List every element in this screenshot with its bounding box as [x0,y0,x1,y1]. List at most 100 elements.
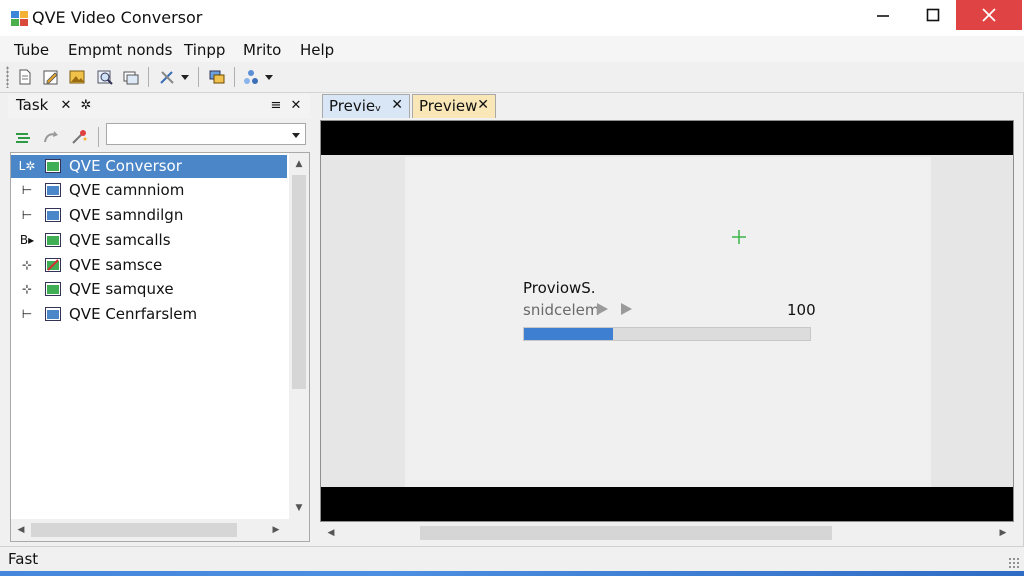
edit-icon [43,70,58,85]
close-icon [982,8,996,22]
preview-viewport[interactable]: ProviowS. snidcelem 100 [320,120,1014,522]
scroll-left-icon[interactable]: ◀ [324,526,338,540]
tree-expander[interactable]: ⊢ [19,207,35,223]
new-document-button[interactable] [14,66,36,88]
progress-status: snidcelem [523,301,600,319]
list-item[interactable]: ⊢ QVE camnniom [11,179,287,202]
tree-expander[interactable]: B▸ [19,232,35,248]
tab-label: Previeᵥ [329,97,382,115]
video-file-icon [45,282,61,296]
scroll-down-icon[interactable]: ▼ [292,501,306,515]
toolbar-separator [98,127,99,147]
tree-expander[interactable]: ⊹ [19,281,35,297]
status-text: Fast [8,550,39,568]
toolbar-separator [234,67,235,87]
toolbar-separator [198,67,199,87]
new-document-icon [19,69,31,85]
list-item[interactable]: L✲ QVE Conversor [11,155,287,178]
task-label: QVE Cenrfarslem [69,305,198,323]
task-panel-header: Task ✕ ✲ ≡ ✕ [8,94,310,118]
video-file-icon [45,208,61,222]
list-item[interactable]: ⊹ QVE samsce [11,254,287,277]
windows-icon [123,71,139,85]
tree-expander[interactable]: ⊢ [19,182,35,198]
toolbar-grip[interactable] [6,66,9,88]
tab-preview-2[interactable]: Preview ✕ [412,94,496,118]
layers-button[interactable] [206,66,228,88]
scroll-left-icon[interactable]: ◀ [14,523,28,537]
effects-dropdown[interactable] [262,66,276,88]
tab-preview-1[interactable]: Previeᵥ ✕ [322,94,410,118]
preview-horizontal-scrollbar[interactable]: ◀ ▶ [320,522,1014,544]
task-list-horizontal-scrollbar[interactable]: ◀ ▶ [11,519,309,541]
tools-dropdown[interactable] [178,66,192,88]
preview-panel: Previeᵥ ✕ Preview ✕ ProviowS. snidcelem … [320,94,1016,544]
menu-item-tinpp[interactable]: Tinpp [184,41,225,59]
magic-wand-icon [72,130,87,144]
crosshair-icon [731,229,747,245]
close-icon[interactable]: ✕ [477,97,489,113]
layers-icon [209,70,225,84]
task-panel-title: Task [16,96,49,114]
task-list: L✲ QVE Conversor ⊢ QVE camnniom ⊢ QVE sa… [10,152,310,542]
menu-item-mrito[interactable]: Mrito [243,41,281,59]
tree-expander[interactable]: L✲ [19,158,36,174]
tree-expander[interactable]: ⊹ [19,257,35,273]
maximize-button[interactable] [910,0,956,30]
app-logo-icon [10,8,30,28]
preview-canvas[interactable] [405,157,931,487]
scroll-up-icon[interactable]: ▲ [292,157,306,171]
preview-search-icon [97,70,113,85]
scrollbar-thumb[interactable] [420,526,832,540]
effects-icon [244,70,258,84]
preview-search-button[interactable] [94,66,116,88]
app-window: QVE Video Conversor Tube Empmt nonds Tin… [0,0,1024,571]
edit-button[interactable] [40,66,62,88]
list-item[interactable]: ⊢ QVE Cenrfarslem [11,303,287,326]
main-toolbar [0,62,1024,93]
pin-icon[interactable]: ✕ [58,97,74,113]
float-icon[interactable]: ✲ [78,97,94,113]
magic-wand-button[interactable] [68,126,90,148]
scrollbar-thumb[interactable] [292,175,306,389]
menu-item-empmt[interactable]: Empmt nonds [68,41,172,59]
dropdown-arrow-icon [181,75,189,80]
add-task-button[interactable] [12,126,34,148]
minimize-icon [877,15,889,17]
task-toolbar [8,122,310,148]
video-file-icon [45,233,61,247]
tree-expander[interactable]: ⊢ [19,306,35,322]
menu-item-tube[interactable]: Tube [14,41,49,59]
tools-button[interactable] [156,66,178,88]
play-next-icon[interactable] [619,302,633,320]
window-title: QVE Video Conversor [32,8,203,27]
minimize-button[interactable] [860,0,906,30]
close-icon[interactable]: ✕ [288,97,304,113]
windows-button[interactable] [120,66,142,88]
scroll-right-icon[interactable]: ▶ [996,526,1010,540]
task-list-vertical-scrollbar[interactable]: ▲ ▼ [289,153,309,519]
play-icon[interactable] [595,302,609,320]
video-file-icon [45,307,61,321]
scrollbar-thumb[interactable] [31,523,237,537]
menu-icon[interactable]: ≡ [268,97,284,113]
add-task-icon [16,133,30,143]
task-label: QVE Conversor [69,157,182,175]
letterbox-bottom [321,487,1013,521]
list-item[interactable]: B▸ QVE samcalls [11,229,287,252]
redo-button[interactable] [40,126,62,148]
task-filter-select[interactable] [106,123,306,145]
list-item[interactable]: ⊹ QVE samquxe [11,278,287,301]
progress-bar-fill [524,328,613,340]
close-button[interactable] [956,0,1022,30]
image-button[interactable] [66,66,88,88]
menu-item-help[interactable]: Help [300,41,334,59]
tools-icon [160,71,174,84]
title-bar[interactable]: QVE Video Conversor [0,0,1024,36]
close-icon[interactable]: ✕ [391,97,403,113]
resize-grip-icon[interactable] [1008,557,1020,569]
list-item[interactable]: ⊢ QVE samndilgn [11,204,287,227]
scroll-right-icon[interactable]: ▶ [269,523,283,537]
effects-button[interactable] [240,66,262,88]
letterbox-top [321,121,1013,155]
